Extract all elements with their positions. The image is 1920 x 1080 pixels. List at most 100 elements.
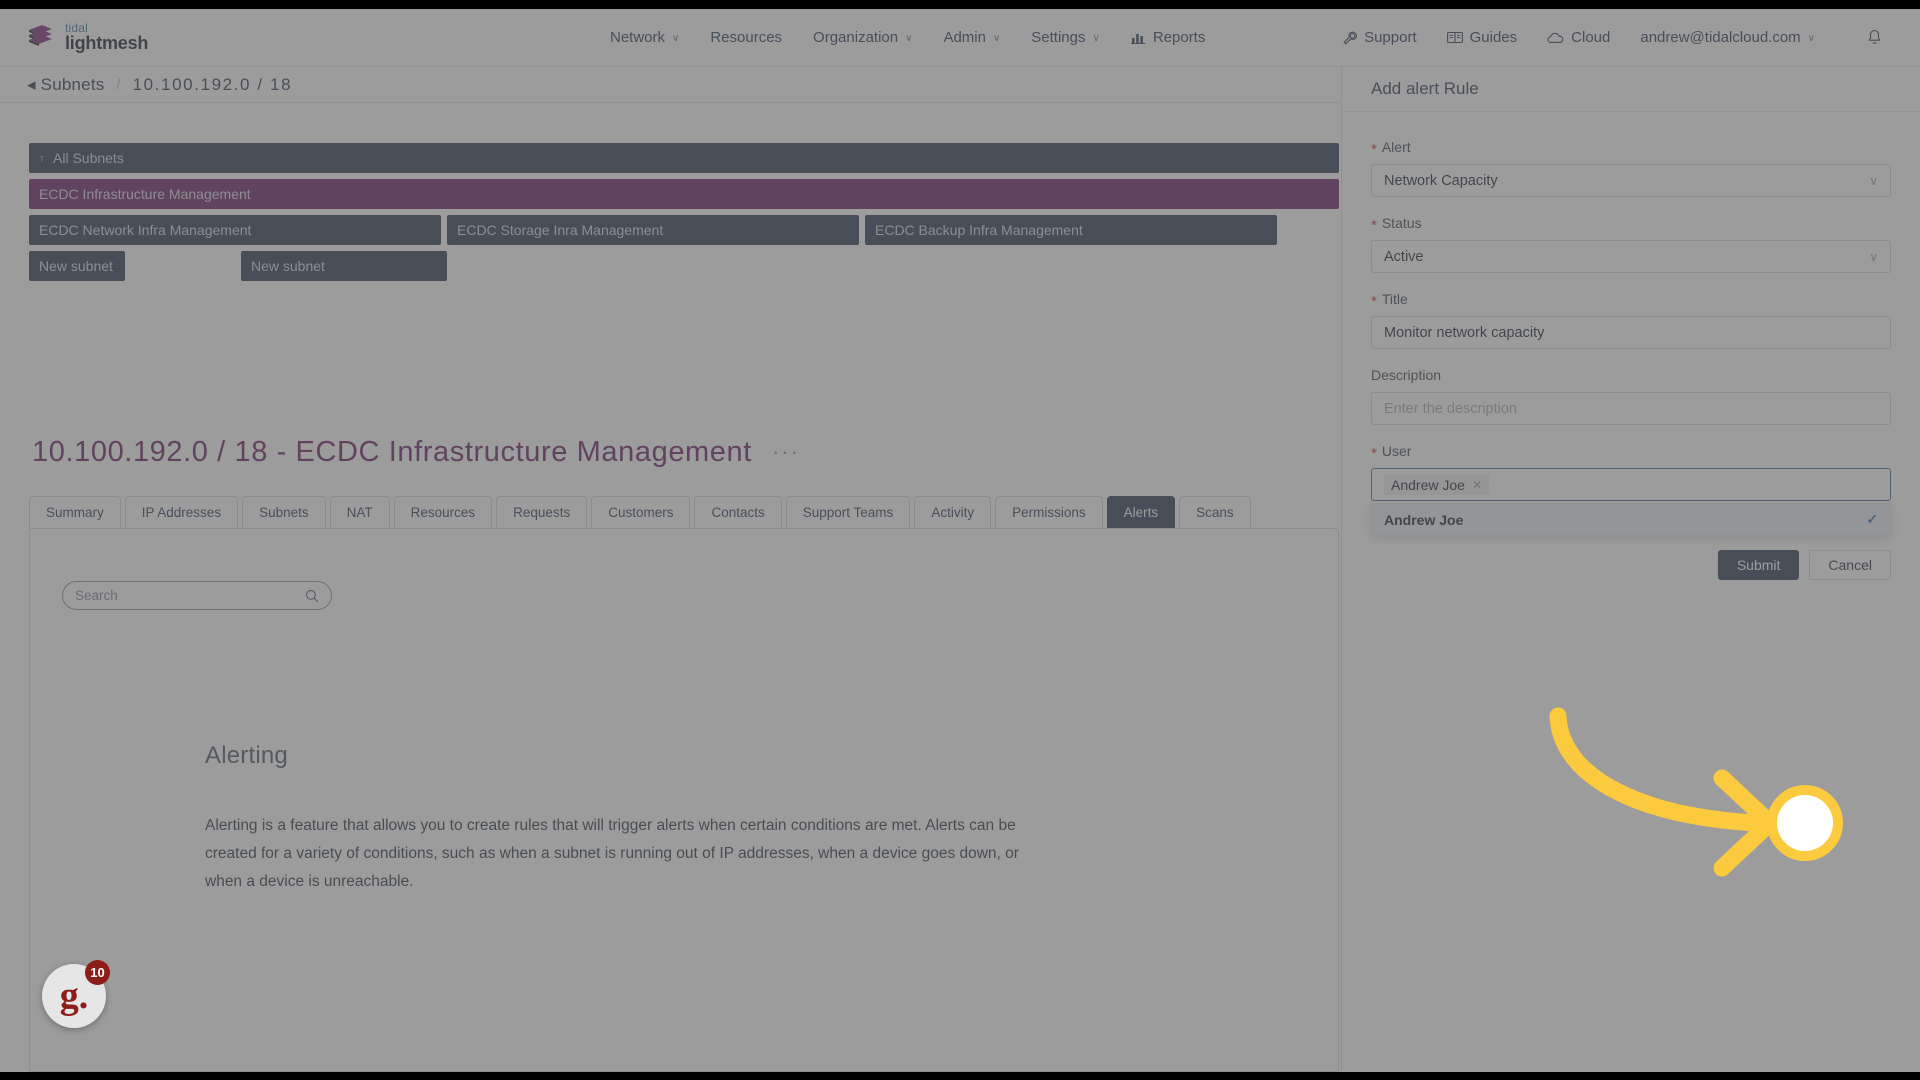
alert-select[interactable]: Network Capacity ∨ bbox=[1371, 164, 1891, 197]
nav-label: Resources bbox=[710, 29, 783, 46]
badge-count: 10 bbox=[85, 960, 110, 985]
nav-label: Settings bbox=[1031, 29, 1086, 46]
app-screen: tidal lightmesh Network ∨ Resources Orga… bbox=[0, 0, 1920, 1080]
tab-requests[interactable]: Requests bbox=[496, 496, 588, 528]
user-tag-label: Andrew Joe bbox=[1391, 476, 1465, 493]
nav-item-organization[interactable]: Organization ∨ bbox=[813, 29, 912, 46]
field-alert: * Alert Network Capacity ∨ bbox=[1371, 139, 1891, 197]
tab-summary[interactable]: Summary bbox=[29, 496, 121, 528]
required-marker: * bbox=[1371, 444, 1377, 462]
user-option-andrew-joe[interactable]: Andrew Joe ✓ bbox=[1372, 504, 1890, 535]
subnet-level-new: New subnet New subnet bbox=[29, 251, 1339, 281]
guidde-badge[interactable]: g. 10 bbox=[42, 960, 110, 1028]
tab-alerts[interactable]: Alerts bbox=[1106, 496, 1176, 528]
book-icon bbox=[1446, 31, 1463, 44]
tab-scans[interactable]: Scans bbox=[1179, 496, 1251, 528]
page-title: 10.100.192.0 / 18 - ECDC Infrastructure … bbox=[32, 436, 752, 468]
breadcrumb: ◂ Subnets / 10.100.192.0 / 18 bbox=[27, 75, 292, 95]
label-text: Title bbox=[1381, 291, 1408, 307]
brand-logo[interactable]: tidal lightmesh bbox=[25, 22, 255, 53]
field-status-label: * Status bbox=[1371, 215, 1891, 234]
field-title: * Title Monitor network capacity bbox=[1371, 291, 1891, 349]
tab-label: Alerts bbox=[1123, 505, 1159, 520]
main-content: ↑ All Subnets ECDC Infrastructure Manage… bbox=[0, 103, 1341, 1072]
tab-support-teams[interactable]: Support Teams bbox=[785, 496, 911, 528]
status-select[interactable]: Active ∨ bbox=[1371, 240, 1891, 273]
alerts-tab-panel: Search Alerting Alerting is a feature th… bbox=[29, 528, 1339, 1072]
description-placeholder: Enter the description bbox=[1384, 400, 1517, 417]
wrench-icon bbox=[1343, 31, 1357, 45]
label-text: Description bbox=[1371, 367, 1442, 383]
cancel-button[interactable]: Cancel bbox=[1809, 550, 1891, 580]
subnet-bar-network-infra[interactable]: ECDC Network Infra Management bbox=[29, 215, 441, 245]
tab-customers[interactable]: Customers bbox=[591, 496, 691, 528]
nav-item-guides[interactable]: Guides bbox=[1446, 29, 1517, 46]
more-actions-button[interactable]: ··· bbox=[772, 439, 800, 469]
search-icon bbox=[305, 589, 319, 603]
subnet-bar-backup-infra[interactable]: ECDC Backup Infra Management bbox=[865, 215, 1277, 245]
user-multiselect[interactable]: Andrew Joe ✕ bbox=[1371, 468, 1891, 501]
tab-label: Resources bbox=[410, 505, 476, 520]
nav-item-reports[interactable]: Reports bbox=[1130, 29, 1206, 46]
tab-nat[interactable]: NAT bbox=[329, 496, 390, 528]
breadcrumb-current: 10.100.192.0 / 18 bbox=[132, 74, 293, 94]
search-placeholder: Search bbox=[75, 588, 118, 603]
empty-state-title: Alerting bbox=[205, 742, 288, 769]
add-alert-rule-form: * Alert Network Capacity ∨ * Status Acti… bbox=[1342, 112, 1920, 580]
tab-subnets[interactable]: Subnets bbox=[242, 496, 326, 528]
new-subnet-button-2[interactable]: New subnet bbox=[241, 251, 447, 281]
title-input[interactable]: Monitor network capacity bbox=[1371, 316, 1891, 349]
tab-activity[interactable]: Activity bbox=[914, 496, 992, 528]
subnet-bar-all-subnets[interactable]: ↑ All Subnets bbox=[29, 143, 1339, 173]
subnet-bar-label: ECDC Infrastructure Management bbox=[39, 186, 251, 202]
nav-item-network[interactable]: Network ∨ bbox=[610, 29, 679, 46]
back-arrow-icon: ◂ bbox=[27, 74, 36, 94]
nav-item-cloud[interactable]: Cloud bbox=[1547, 29, 1610, 46]
bell-icon bbox=[1867, 29, 1882, 46]
add-alert-rule-panel: Add alert Rule * Alert Network Capacity … bbox=[1341, 67, 1920, 1072]
nav-item-account[interactable]: andrew@tidalcloud.com ∨ bbox=[1640, 29, 1815, 46]
tab-resources[interactable]: Resources bbox=[393, 496, 493, 528]
nav-item-support[interactable]: Support bbox=[1343, 29, 1417, 46]
description-input[interactable]: Enter the description bbox=[1371, 392, 1891, 425]
subnet-bar-storage-infra[interactable]: ECDC Storage Inra Management bbox=[447, 215, 859, 245]
nav-item-resources[interactable]: Resources bbox=[710, 29, 782, 46]
up-arrow-icon: ↑ bbox=[39, 151, 45, 165]
nav-item-admin[interactable]: Admin ∨ bbox=[943, 29, 1000, 46]
subnet-level-root: ↑ All Subnets bbox=[29, 143, 1339, 173]
tab-label: Scans bbox=[1196, 505, 1234, 520]
cloud-icon bbox=[1547, 32, 1564, 44]
tab-label: Permissions bbox=[1012, 505, 1086, 520]
chevron-down-icon: ∨ bbox=[1092, 33, 1100, 44]
tab-label: Support Teams bbox=[802, 505, 894, 520]
side-panel-title: Add alert Rule bbox=[1342, 67, 1920, 112]
chevron-down-icon: ∨ bbox=[1807, 33, 1815, 44]
field-status: * Status Active ∨ bbox=[1371, 215, 1891, 273]
tab-contacts[interactable]: Contacts bbox=[694, 496, 782, 528]
required-marker: * bbox=[1371, 140, 1377, 158]
letterbox-bottom bbox=[0, 1072, 1920, 1080]
subnet-bar-label: ECDC Network Infra Management bbox=[39, 222, 252, 238]
tab-ip-addresses[interactable]: IP Addresses bbox=[124, 496, 239, 528]
nav-label: Reports bbox=[1152, 29, 1206, 46]
new-subnet-label: New subnet bbox=[39, 258, 113, 274]
tab-label: Contacts bbox=[711, 505, 765, 520]
new-subnet-button-1[interactable]: New subnet bbox=[29, 251, 125, 281]
brand-name-bottom: lightmesh bbox=[65, 33, 149, 54]
label-text: Alert bbox=[1381, 139, 1411, 155]
breadcrumb-back-link[interactable]: ◂ Subnets bbox=[27, 75, 104, 95]
alert-select-value: Network Capacity bbox=[1384, 172, 1498, 189]
close-icon[interactable]: ✕ bbox=[1472, 478, 1482, 492]
subnet-bar-label: All Subnets bbox=[53, 150, 124, 166]
nav-item-settings[interactable]: Settings ∨ bbox=[1031, 29, 1100, 46]
tab-label: Summary bbox=[46, 505, 104, 520]
search-input[interactable]: Search bbox=[62, 581, 332, 610]
tab-permissions[interactable]: Permissions bbox=[995, 496, 1103, 528]
subnet-bar-selected[interactable]: ECDC Infrastructure Management bbox=[29, 179, 1339, 209]
notifications-button[interactable] bbox=[1867, 29, 1882, 46]
field-title-label: * Title bbox=[1371, 291, 1891, 309]
nav-label: Cloud bbox=[1571, 29, 1611, 46]
user-tag: Andrew Joe ✕ bbox=[1384, 474, 1489, 495]
submit-button[interactable]: Submit bbox=[1717, 550, 1800, 580]
required-marker: * bbox=[1371, 216, 1377, 234]
